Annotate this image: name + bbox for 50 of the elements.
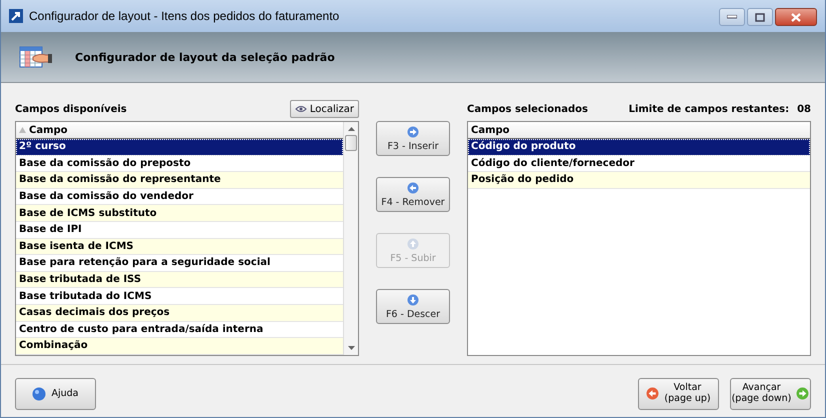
- app-icon: [9, 9, 23, 23]
- window-title: Configurador de layout - Itens dos pedidos do faturamento: [29, 9, 340, 23]
- list-row[interactable]: Base da comissão do vendedor: [16, 188, 343, 206]
- column-header[interactable]: Campo: [16, 122, 343, 139]
- list-row[interactable]: Casas decimais dos preços: [16, 304, 343, 322]
- list-row[interactable]: Base isenta de ICMS: [16, 238, 343, 256]
- header-title: Configurador de layout da seleção padrão: [75, 50, 335, 64]
- find-button[interactable]: Localizar: [290, 100, 359, 118]
- list-row[interactable]: Posição do pedido: [468, 172, 810, 189]
- arrow-icon: [407, 126, 419, 138]
- close-icon: [791, 12, 801, 22]
- help-button[interactable]: Ajuda: [15, 378, 96, 410]
- scroll-up-icon: [348, 127, 354, 131]
- list-row[interactable]: 2º curso: [16, 139, 343, 156]
- action-button[interactable]: F4 - Remover: [376, 177, 450, 212]
- maximize-button[interactable]: [747, 8, 773, 26]
- minimize-button[interactable]: [719, 8, 745, 26]
- scrollbar[interactable]: [343, 122, 358, 355]
- back-button[interactable]: Voltar (page up): [638, 378, 719, 410]
- list-row[interactable]: Combinação: [16, 338, 343, 355]
- arrow-icon: [407, 182, 419, 194]
- arrow-icon: [407, 238, 419, 250]
- list-row[interactable]: Centro de custo para entrada/saída interna: [16, 322, 343, 338]
- minimize-icon: [727, 15, 737, 19]
- scroll-down-icon: [348, 346, 354, 350]
- maximize-icon: [755, 12, 765, 22]
- scroll-thumb[interactable]: [345, 135, 357, 151]
- list-row[interactable]: Base da comissão do representante: [16, 172, 343, 189]
- list-row[interactable]: Base tributada de ISS: [16, 272, 343, 288]
- list-row[interactable]: Código do produto: [468, 139, 810, 156]
- available-fields-label: Campos disponíveis: [15, 104, 127, 114]
- limit-label: Limite de campos restantes:: [628, 104, 790, 114]
- list-row[interactable]: Base de ICMS substituto: [16, 205, 343, 222]
- column-header[interactable]: Campo: [468, 122, 810, 139]
- action-button[interactable]: F6 - Descer: [376, 289, 450, 324]
- list-row[interactable]: Código do cliente/fornecedor: [468, 156, 810, 172]
- list-row[interactable]: Base da comissão do preposto: [16, 156, 343, 172]
- next-button[interactable]: Avançar (page down): [730, 378, 811, 410]
- arrow-icon: [407, 294, 419, 306]
- table-hand-icon: [19, 44, 53, 70]
- limit-value: 08: [797, 104, 811, 114]
- selected-fields-label: Campos selecionados: [467, 104, 588, 114]
- help-icon: [32, 386, 46, 401]
- eye-icon: [294, 105, 307, 113]
- sort-icon: [19, 127, 26, 133]
- list-row[interactable]: Base para retenção para a seguridade social: [16, 255, 343, 272]
- list-row[interactable]: Base de IPI: [16, 222, 343, 239]
- action-button[interactable]: F3 - Inserir: [376, 121, 450, 156]
- close-button[interactable]: [775, 8, 817, 26]
- list-row[interactable]: Base tributada do ICMS: [16, 288, 343, 305]
